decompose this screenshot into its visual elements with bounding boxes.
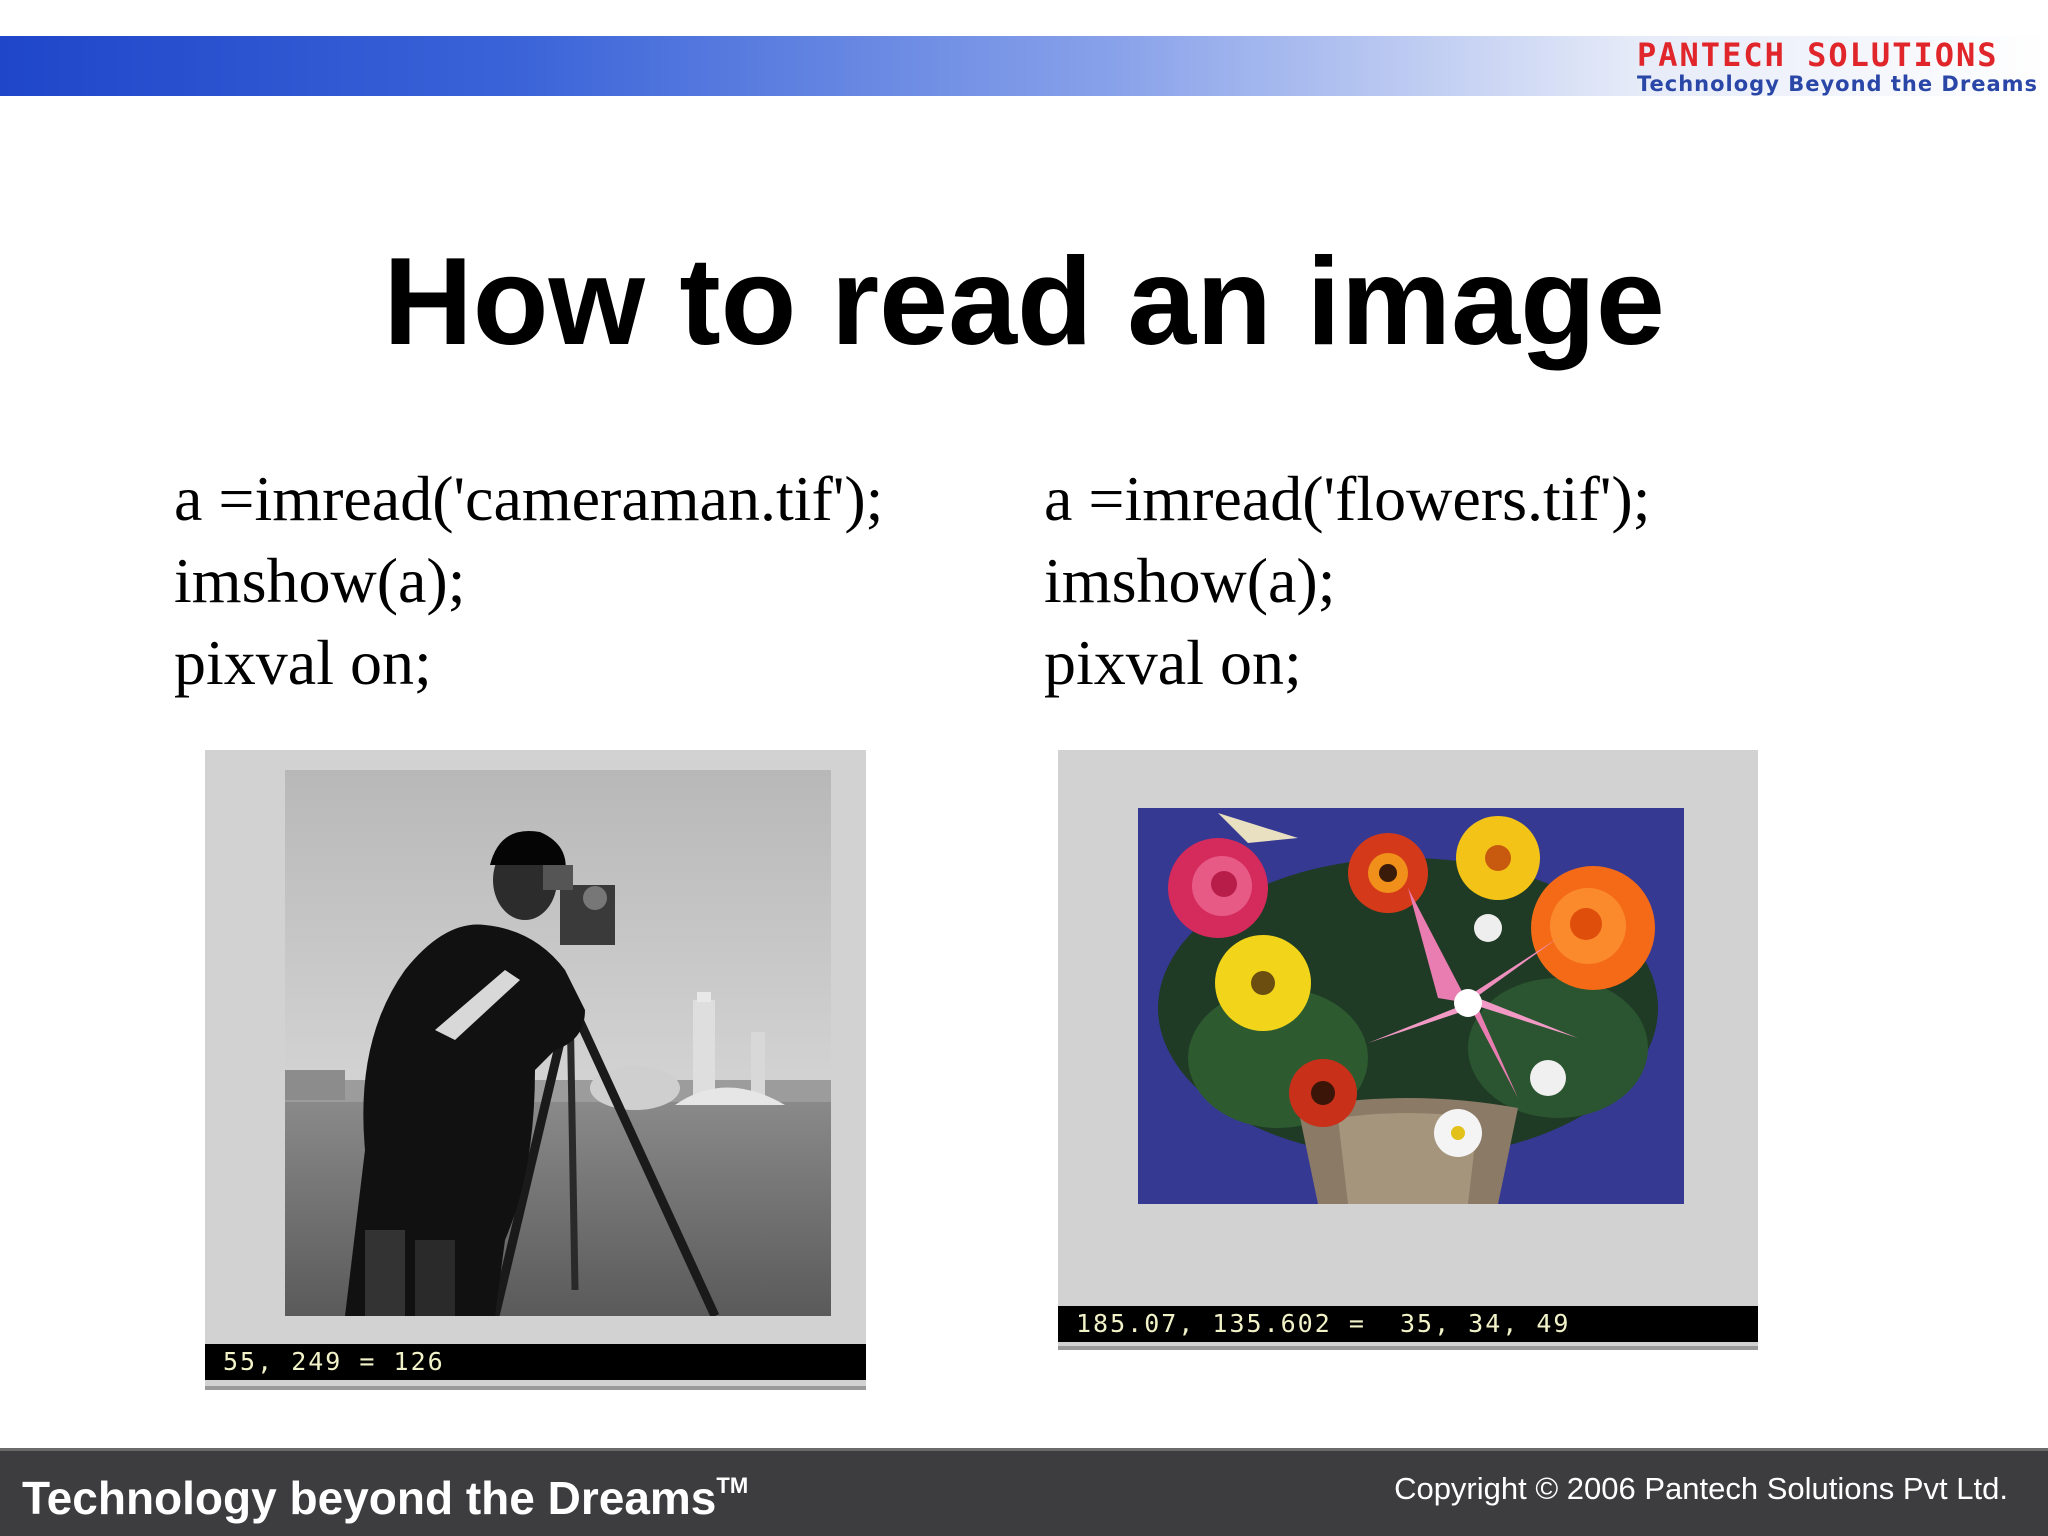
flowers-figure-window: 185.07, 135.602 = 35, 34, 49 <box>1058 750 1758 1350</box>
cameraman-image <box>285 770 831 1316</box>
code-line: a =imread('flowers.tif'); <box>1044 463 1651 534</box>
footer-tagline-text: Technology beyond the Dreams <box>22 1472 717 1524</box>
logo-wordmark: PANTECH SOLUTIONS <box>1637 36 1999 74</box>
slide-title: How to read an image <box>383 233 1665 371</box>
flowers-photo-icon <box>1138 808 1684 1204</box>
right-code-block: a =imread('flowers.tif'); imshow(a); pix… <box>1044 458 1650 704</box>
footer-bar: Technology beyond the DreamsTM Copyright… <box>0 1448 2048 1536</box>
cameraman-figure-window: 55, 249 = 126 <box>205 750 866 1390</box>
code-line: pixval on; <box>1044 627 1302 698</box>
logo-tagline: Technology Beyond the Dreams <box>1637 72 2038 96</box>
company-logo: PANTECH SOLUTIONS Technology Beyond the … <box>1637 38 2038 96</box>
trademark-symbol: TM <box>716 1473 749 1498</box>
footer-copyright: Copyright © 2006 Pantech Solutions Pvt L… <box>1394 1471 2008 1506</box>
cameraman-photo-icon <box>285 770 831 1316</box>
code-line: imshow(a); <box>174 545 466 616</box>
left-code-block: a =imread('cameraman.tif'); imshow(a); p… <box>174 458 883 704</box>
code-line: a =imread('cameraman.tif'); <box>174 463 884 534</box>
footer-tagline: Technology beyond the DreamsTM <box>22 1471 748 1525</box>
pixel-value-readout: 55, 249 = 126 <box>205 1344 866 1380</box>
code-line: pixval on; <box>174 627 432 698</box>
pixel-value-readout: 185.07, 135.602 = 35, 34, 49 <box>1058 1306 1758 1342</box>
flowers-image <box>1138 808 1684 1204</box>
code-line: imshow(a); <box>1044 545 1336 616</box>
